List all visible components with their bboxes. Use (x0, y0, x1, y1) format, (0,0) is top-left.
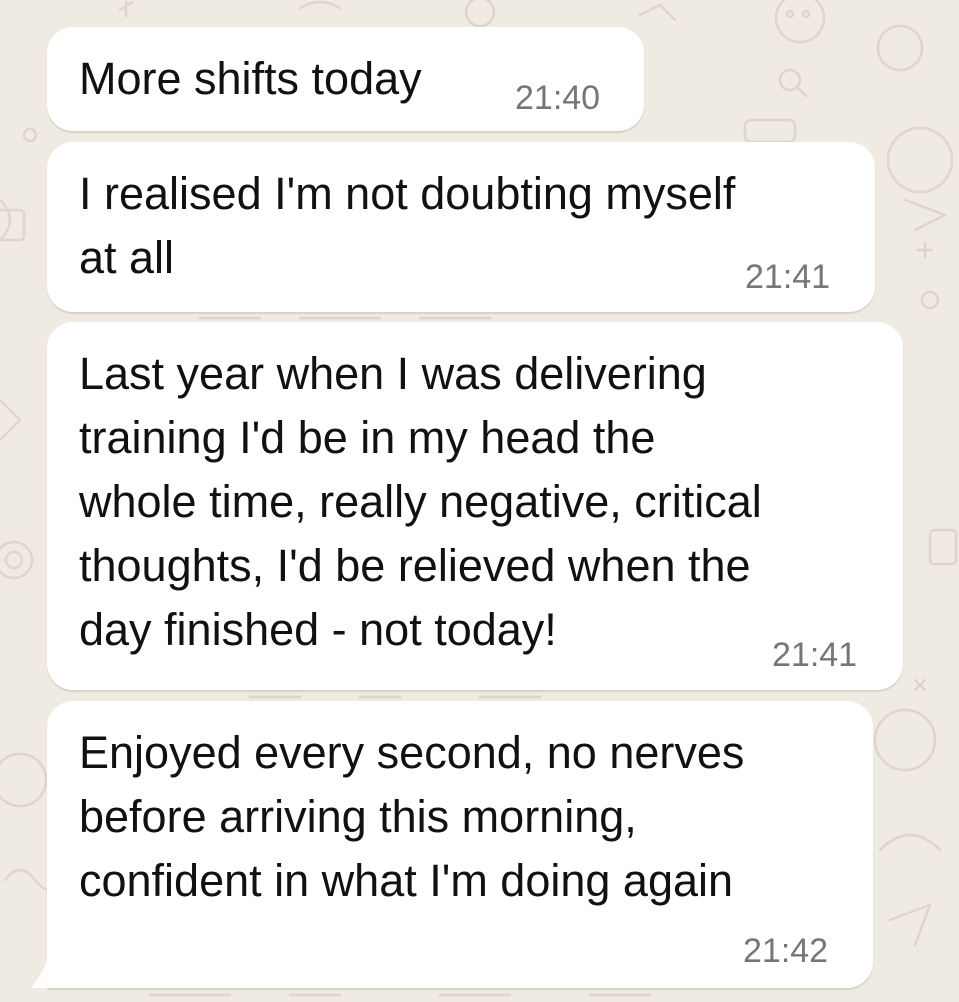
message-line: Last year when I was delivering (79, 348, 707, 399)
message-bubble[interactable]: More shifts today 21:40 (47, 27, 644, 131)
message-line: More shifts today (79, 53, 422, 104)
message-bubble[interactable]: Last year when I was delivering training… (47, 322, 903, 690)
message-text: More shifts today (79, 47, 422, 111)
message-text: Enjoyed every second, no nerves before a… (79, 721, 744, 913)
message-line: whole time, really negative, critical (79, 476, 762, 527)
message-line: training I'd be in my head the (79, 412, 656, 463)
message-line: before arriving this morning, (79, 791, 637, 842)
message-line: confident in what I'm doing again (79, 855, 734, 906)
message-line: at all (79, 232, 175, 283)
message-bubble[interactable]: Enjoyed every second, no nerves before a… (47, 701, 873, 988)
message-timestamp: 21:41 (745, 258, 831, 296)
message-line: Enjoyed every second, no nerves (79, 727, 745, 778)
message-line: I realised I'm not doubting myself (79, 168, 736, 219)
message-bubble[interactable]: I realised I'm not doubting myself at al… (47, 142, 875, 312)
message-text: I realised I'm not doubting myself at al… (79, 162, 735, 290)
message-timestamp: 21:41 (772, 636, 858, 674)
message-timestamp: 21:42 (743, 932, 829, 970)
message-line: day finished - not today! (79, 604, 557, 655)
message-text: Last year when I was delivering training… (79, 342, 762, 662)
message-timestamp: 21:40 (515, 79, 601, 117)
message-line: thoughts, I'd be relieved when the (79, 540, 751, 591)
